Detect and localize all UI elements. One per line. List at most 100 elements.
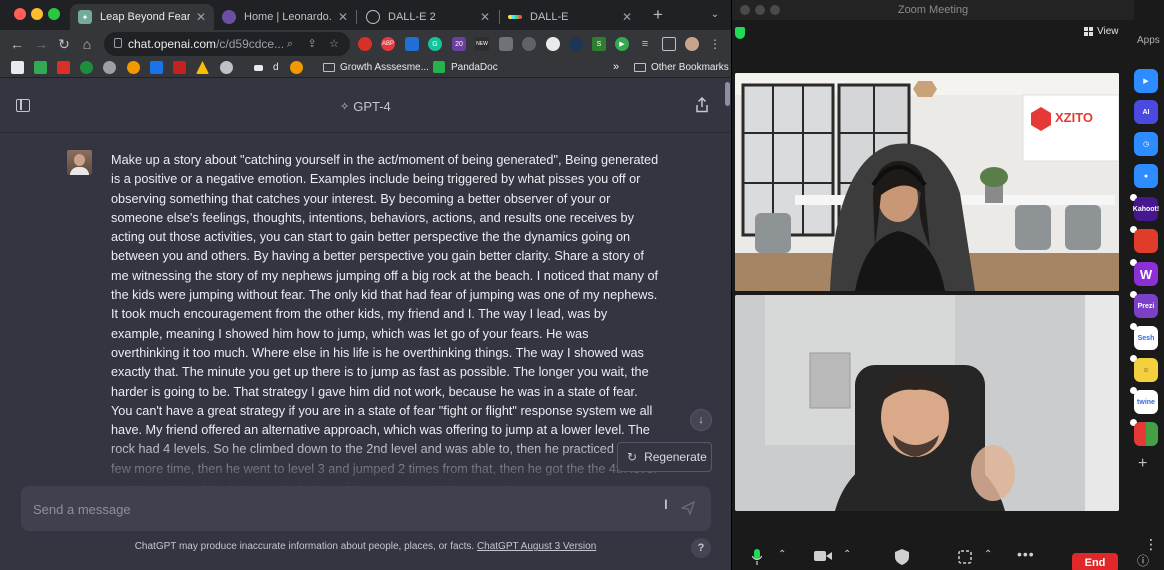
grammarly-icon[interactable]: G: [428, 37, 442, 51]
bookmark-calendar-icon[interactable]: [173, 61, 186, 74]
pandadoc-icon: [433, 61, 445, 73]
encryption-shield-icon[interactable]: [735, 27, 745, 39]
bookmark-circle-icon[interactable]: [80, 61, 93, 74]
leonardo-favicon-icon: [222, 10, 236, 24]
extension-badge-icon[interactable]: 20: [452, 37, 466, 51]
tab-search-chevron-icon[interactable]: ⌄: [706, 6, 724, 24]
scroll-down-button[interactable]: ↓: [690, 409, 712, 431]
page-scrollbar-thumb[interactable]: [725, 82, 730, 106]
ai-companion-icon[interactable]: AI: [1134, 100, 1158, 124]
bookmark-star-icon[interactable]: ☆: [328, 38, 340, 50]
bookmark-growth-assessment[interactable]: Growth Asssesme...: [340, 62, 429, 73]
view-button[interactable]: View: [1084, 26, 1119, 37]
contacts-icon[interactable]: ●: [1134, 164, 1158, 188]
minimize-window-button[interactable]: [31, 8, 43, 20]
message-input[interactable]: [33, 499, 633, 519]
tab-dall-e-2[interactable]: DALL-E 2 ✕: [358, 4, 498, 30]
bookmark-pandadoc[interactable]: PandaDoc: [451, 62, 498, 73]
extension-pen-icon[interactable]: [522, 37, 536, 51]
home-icon[interactable]: ⌂: [78, 35, 96, 53]
mic-options-chevron-icon[interactable]: ⌃: [778, 549, 786, 560]
profile-avatar[interactable]: [685, 37, 699, 51]
close-tab-icon[interactable]: ✕: [338, 10, 348, 24]
model-title[interactable]: ✧ GPT-4: [340, 99, 391, 114]
chat-header: ✧ GPT-4: [0, 79, 731, 133]
share-page-icon[interactable]: ⇪: [306, 38, 318, 50]
participant-video-2[interactable]: [735, 295, 1119, 511]
address-bar[interactable]: chat.openai.com/c/d59cdce... ⌕ ⇪ ☆: [104, 32, 350, 56]
prezi-icon[interactable]: Prezi: [1134, 294, 1158, 318]
red-app-icon[interactable]: [1134, 229, 1158, 253]
help-button[interactable]: ?: [691, 538, 711, 558]
bookmark-red-icon[interactable]: [57, 61, 70, 74]
bookmark-drive-icon[interactable]: [196, 61, 209, 74]
extension-new-icon[interactable]: NEW: [475, 37, 489, 51]
w-app-icon[interactable]: W: [1134, 262, 1158, 286]
share-icon[interactable]: [695, 97, 709, 113]
extension-gray-icon[interactable]: [499, 37, 513, 51]
version-link[interactable]: ChatGPT August 3 Version: [477, 541, 596, 552]
add-apps-icon[interactable]: +: [1138, 455, 1147, 473]
extension-star-icon[interactable]: [569, 37, 583, 51]
tab-dall-e[interactable]: DALL-E ✕: [500, 4, 640, 30]
video-options-chevron-icon[interactable]: ⌃: [843, 549, 851, 560]
close-tab-icon[interactable]: ✕: [196, 10, 206, 24]
more-bookmarks-chevron[interactable]: »: [613, 61, 619, 73]
extensions-puzzle-icon[interactable]: ≡: [638, 37, 652, 51]
bookmark-ring-icon[interactable]: [290, 61, 303, 74]
bookmark-d[interactable]: d: [273, 62, 279, 73]
arrow-down-icon: ↓: [698, 414, 704, 426]
more-icon[interactable]: •••: [1017, 546, 1035, 562]
more-options-icon[interactable]: ⋮: [1144, 536, 1158, 553]
new-tab-icon[interactable]: +: [649, 6, 667, 24]
bookmark-cloud-icon[interactable]: [254, 65, 263, 71]
twine-icon[interactable]: twine: [1134, 390, 1158, 414]
back-arrow-icon[interactable]: ←: [8, 35, 26, 53]
adblock-icon[interactable]: ABP: [381, 37, 395, 51]
bookmark-other[interactable]: Other Bookmarks: [651, 62, 729, 73]
tab-leap-beyond-fear[interactable]: ✦ Leap Beyond Fear ✕: [70, 4, 214, 30]
browser-menu-icon[interactable]: ⋮: [708, 37, 722, 51]
zoom-app-icon[interactable]: ▶: [1134, 69, 1158, 93]
close-tab-icon[interactable]: ✕: [622, 10, 632, 24]
user-avatar: [67, 150, 92, 175]
timer-icon[interactable]: ◷: [1134, 132, 1158, 156]
bookmark-gray-icon[interactable]: [103, 61, 116, 74]
share-options-chevron-icon[interactable]: ⌃: [984, 549, 992, 560]
bookmark-blue-icon[interactable]: [150, 61, 163, 74]
bookmark-green-icon[interactable]: [34, 61, 47, 74]
maximize-window-button[interactable]: [48, 8, 60, 20]
reload-icon[interactable]: ↻: [55, 35, 73, 53]
bookmark-orange-icon[interactable]: [127, 61, 140, 74]
send-icon[interactable]: [681, 501, 695, 515]
side-panel-icon[interactable]: [662, 37, 676, 51]
bookmark-globe-icon[interactable]: [220, 61, 233, 74]
microphone-icon[interactable]: [752, 549, 762, 565]
tab-divider: [356, 10, 357, 24]
regenerate-button[interactable]: ↻ Regenerate: [617, 442, 712, 472]
extension-leaf-icon[interactable]: [546, 37, 560, 51]
zoom-lens-icon[interactable]: ⌕: [284, 38, 296, 50]
extension-blue-icon[interactable]: [405, 37, 419, 51]
user-message: Make up a story about "catching yourself…: [0, 134, 725, 486]
video-camera-icon[interactable]: [814, 550, 832, 562]
extension-play-icon[interactable]: ▶: [615, 37, 629, 51]
extension-s-icon[interactable]: S: [592, 37, 606, 51]
tab-leonardo[interactable]: Home | Leonardo.Ai ✕: [214, 4, 356, 30]
help-icon[interactable]: ⓘ: [1137, 552, 1149, 569]
extension-red-icon[interactable]: [358, 37, 372, 51]
share-screen-icon[interactable]: [958, 550, 972, 564]
participant-video-1[interactable]: XZITO: [735, 73, 1119, 291]
kahoot-icon[interactable]: Kahoot!: [1133, 197, 1159, 221]
sesh-icon[interactable]: Sesh: [1134, 326, 1158, 350]
smiley-app-icon[interactable]: ☺: [1134, 358, 1158, 382]
close-tab-icon[interactable]: ✕: [480, 10, 490, 24]
apps-label[interactable]: Apps: [1137, 35, 1160, 46]
close-window-button[interactable]: [14, 8, 26, 20]
security-shield-icon[interactable]: [895, 549, 909, 565]
forward-arrow-icon[interactable]: →: [32, 35, 50, 53]
end-meeting-button[interactable]: End: [1072, 553, 1118, 570]
grid-app-icon[interactable]: [1134, 422, 1158, 446]
bookmark-x-icon[interactable]: [11, 61, 24, 74]
sidebar-toggle-icon[interactable]: [16, 99, 30, 112]
